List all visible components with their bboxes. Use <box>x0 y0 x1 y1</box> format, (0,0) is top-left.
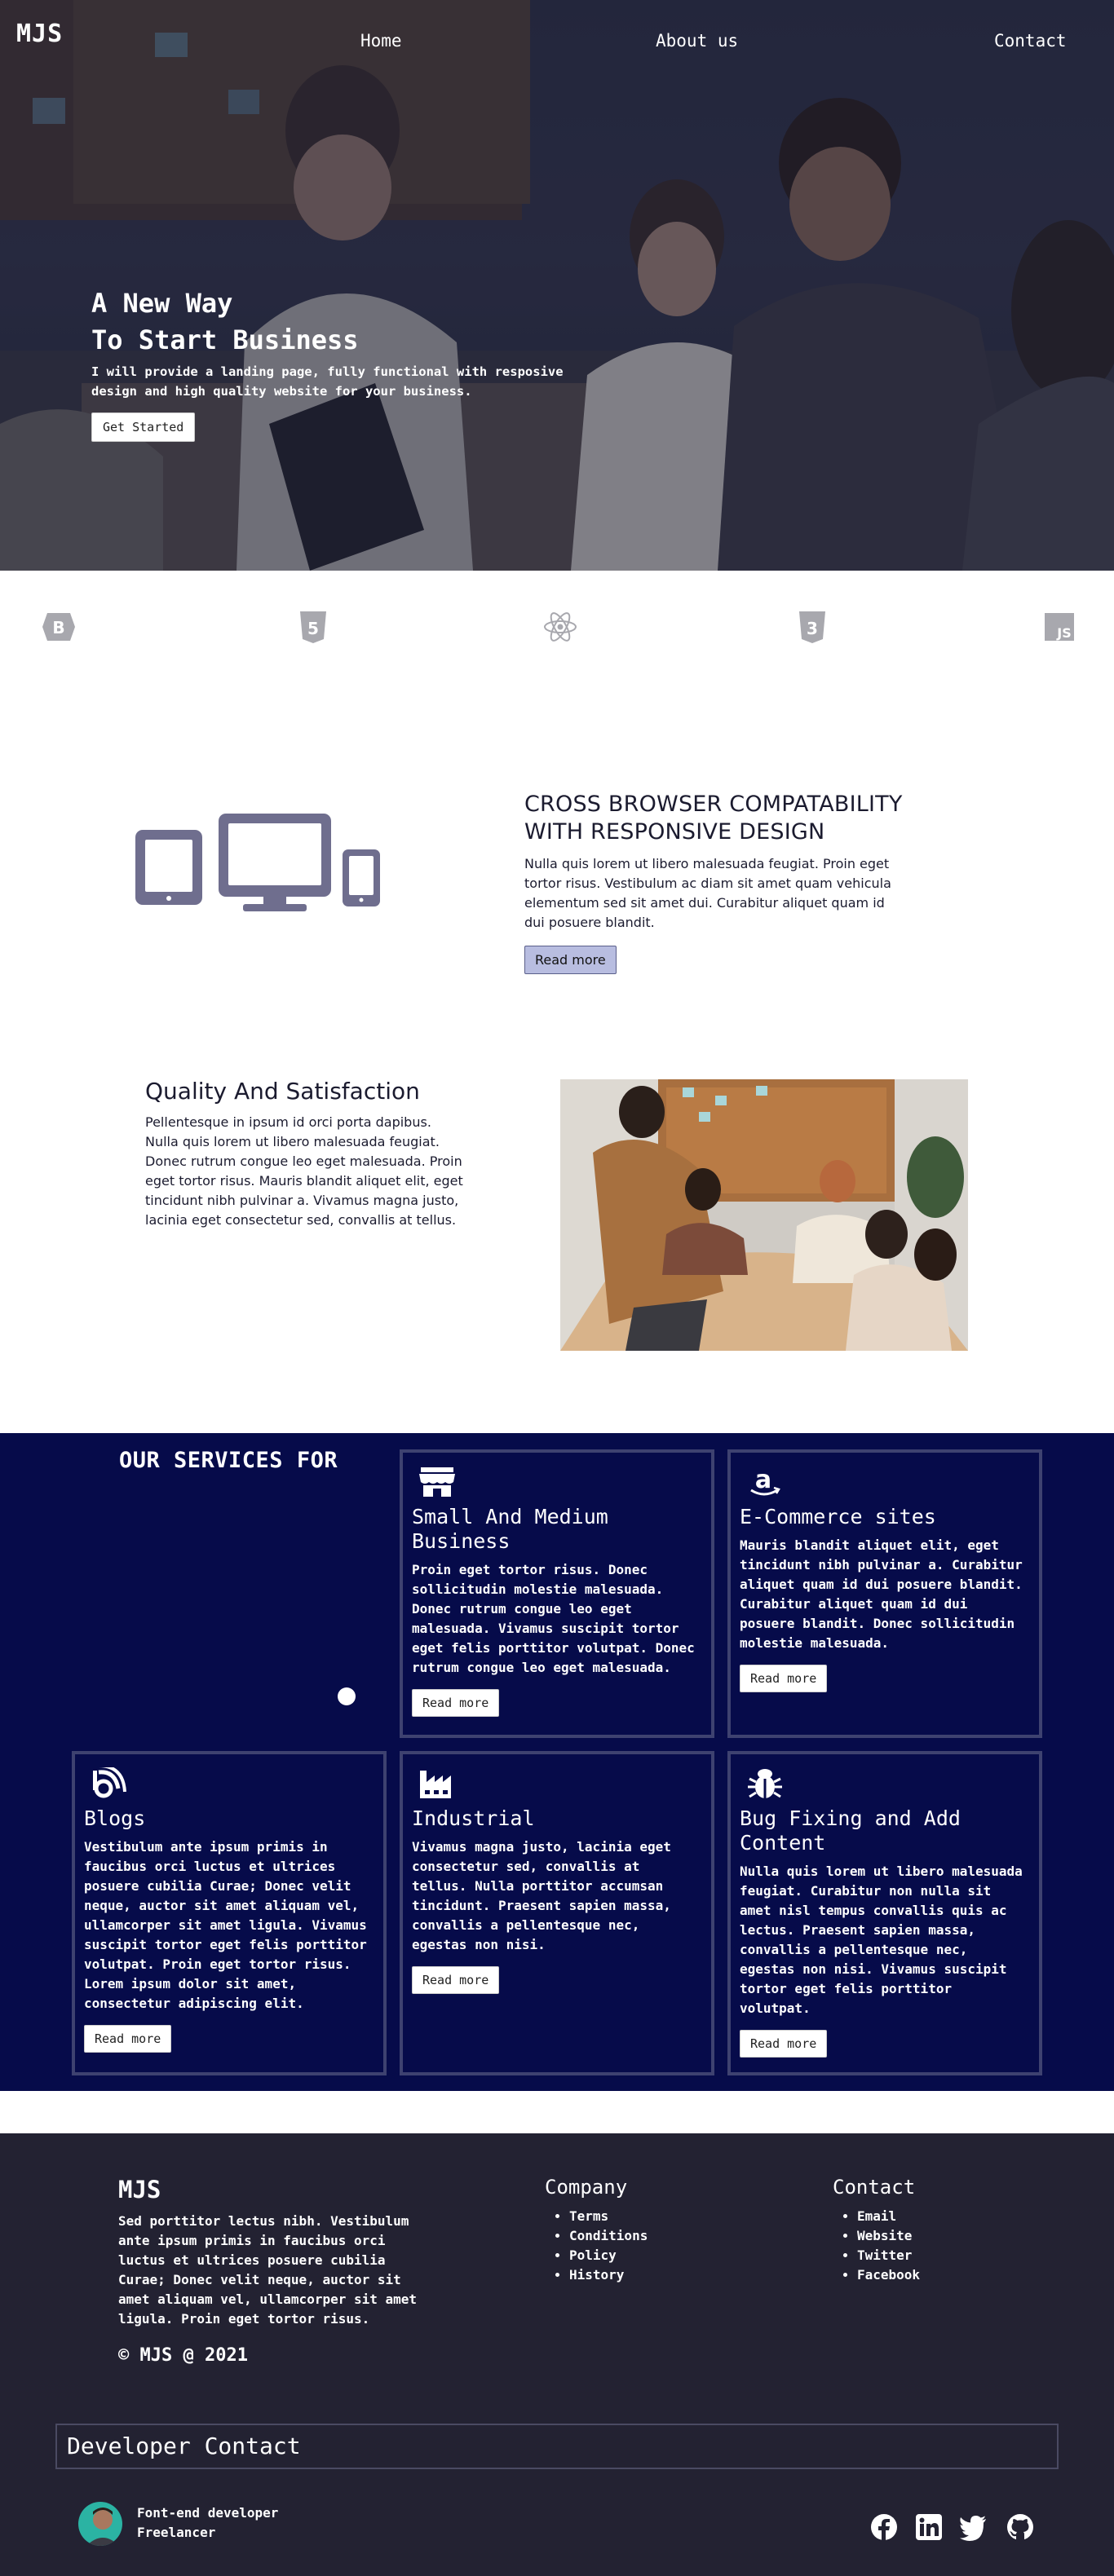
footer-contact-heading: Contact <box>833 2176 916 2199</box>
footer-link-facebook[interactable]: Facebook <box>857 2265 920 2285</box>
service-card-bug-fixing: Bug Fixing and Add Content Nulla quis lo… <box>727 1751 1042 2075</box>
bootstrap-icon: B <box>42 613 75 641</box>
javascript-icon: JS <box>1045 613 1074 641</box>
react-icon <box>544 612 577 642</box>
facebook-icon[interactable] <box>870 2513 898 2541</box>
footer-company-heading: Company <box>545 2176 628 2199</box>
footer-copyright: © MJS @ 2021 <box>118 2345 248 2366</box>
responsive-read-more-button[interactable]: Read more <box>524 946 617 974</box>
footer-logo[interactable]: MJS <box>118 2176 420 2203</box>
svg-text:3: 3 <box>807 619 818 638</box>
footer-about-text: Sed porttitor lectus nibh. Vestibulum an… <box>118 2213 418 2327</box>
service-card-text: Nulla quis lorem ut libero malesuada feu… <box>740 1864 1023 2016</box>
github-icon[interactable] <box>1006 2513 1034 2541</box>
store-icon <box>419 1467 455 1497</box>
hero-section: MJS Home About us Contact A New Way To S… <box>0 0 1114 571</box>
service-card-blogs: Blogs Vestibulum ante ipsum primis in fa… <box>72 1751 387 2075</box>
footer-brand: MJS Sed porttitor lectus nibh. Vestibulu… <box>118 2176 420 2366</box>
nav-contact-link[interactable]: Contact <box>994 31 1067 51</box>
quality-feature: Quality And Satisfaction Pellentesque in… <box>145 1078 463 1230</box>
service-card-industrial: Industrial Vivamus magna justo, lacinia … <box>400 1751 714 2075</box>
footer-link-terms[interactable]: Terms <box>569 2207 648 2226</box>
responsive-feature-title: CROSS BROWSER COMPATABILITY WITH RESPONS… <box>524 792 903 845</box>
developer-contact-heading: Developer Contact <box>67 2433 301 2459</box>
linkedin-icon[interactable] <box>915 2513 943 2541</box>
responsive-feature: CROSS BROWSER COMPATABILITY WITH RESPONS… <box>524 791 908 974</box>
amazon-icon: a <box>750 1466 780 1496</box>
svg-text:a: a <box>755 1466 771 1494</box>
service-card-title: Small And Medium Business <box>412 1505 608 1553</box>
footer-link-conditions[interactable]: Conditions <box>569 2226 648 2246</box>
responsive-feature-text: Nulla quis lorem ut libero malesuada feu… <box>524 856 891 930</box>
service-read-more-button[interactable]: Read more <box>412 1689 500 1717</box>
developer-status: Freelancer <box>137 2525 216 2540</box>
hero-title: A New Way To Start Business <box>91 285 613 359</box>
service-card-ecommerce: a E-Commerce sites Mauris blandit alique… <box>727 1449 1042 1738</box>
blog-icon <box>93 1764 126 1798</box>
developer-contact-box: Developer Contact <box>55 2424 1059 2469</box>
industry-icon <box>420 1771 451 1798</box>
bug-icon <box>748 1769 782 1798</box>
site-footer: MJS Sed porttitor lectus nibh. Vestibulu… <box>0 2133 1114 2576</box>
service-card-text: Vivamus magna justo, lacinia eget consec… <box>412 1839 671 1952</box>
quality-feature-title: Quality And Satisfaction <box>145 1078 420 1105</box>
footer-link-policy[interactable]: Policy <box>569 2246 648 2265</box>
service-read-more-button[interactable]: Read more <box>740 2030 828 2058</box>
footer-contact-column: Contact Email Website Twitter Facebook <box>833 2176 920 2285</box>
nav-home-link[interactable]: Home <box>360 31 402 51</box>
footer-link-email[interactable]: Email <box>857 2207 920 2226</box>
hero-subtitle: I will provide a landing page, fully fun… <box>91 364 564 399</box>
service-card-title: E-Commerce sites <box>740 1505 936 1528</box>
svg-text:JS: JS <box>1056 625 1071 641</box>
service-card-text: Proin eget tortor risus. Donec sollicitu… <box>412 1562 695 1675</box>
hero-title-line1: A New Way <box>91 288 233 319</box>
nav-about-link[interactable]: About us <box>656 31 738 51</box>
developer-avatar <box>78 2502 122 2546</box>
service-read-more-button[interactable]: Read more <box>84 2025 172 2053</box>
svg-text:B: B <box>52 618 64 637</box>
service-read-more-button[interactable]: Read more <box>412 1966 500 1994</box>
site-logo[interactable]: MJS <box>16 20 63 48</box>
svg-text:5: 5 <box>307 619 319 638</box>
twitter-icon[interactable] <box>959 2513 987 2541</box>
quality-feature-text: Pellentesque in ipsum id orci porta dapi… <box>145 1114 463 1228</box>
get-started-button[interactable]: Get Started <box>91 412 196 442</box>
service-read-more-button[interactable]: Read more <box>740 1665 828 1692</box>
service-card-small-business: Small And Medium Business Proin eget tor… <box>400 1449 714 1738</box>
footer-company-column: Company Terms Conditions Policy History <box>545 2176 648 2285</box>
footer-link-website[interactable]: Website <box>857 2226 920 2246</box>
devices-icon <box>135 814 380 911</box>
developer-info: Font-end developer Freelancer <box>137 2503 278 2543</box>
hero-copy: A New Way To Start Business I will provi… <box>91 285 613 442</box>
developer-role: Font-end developer <box>137 2505 279 2521</box>
service-card-title: Blogs <box>84 1806 146 1830</box>
footer-link-twitter[interactable]: Twitter <box>857 2246 920 2265</box>
decorative-dot <box>338 1687 356 1705</box>
service-card-title: Industrial <box>412 1806 535 1830</box>
services-section: OUR SERVICES FOR Small And Medium Busine… <box>0 1433 1114 2091</box>
services-heading: OUR SERVICES FOR <box>119 1448 338 1473</box>
hero-title-line2: To Start Business <box>91 324 359 355</box>
service-card-text: Vestibulum ante ipsum primis in faucibus… <box>84 1839 367 2011</box>
team-meeting-photo <box>560 1079 968 1351</box>
service-card-text: Mauris blandit aliquet elit, eget tincid… <box>740 1537 1023 1651</box>
html5-icon: 5 <box>300 611 326 643</box>
css3-icon: 3 <box>799 611 825 643</box>
service-card-title: Bug Fixing and Add Content <box>740 1806 961 1855</box>
footer-link-history[interactable]: History <box>569 2265 648 2285</box>
